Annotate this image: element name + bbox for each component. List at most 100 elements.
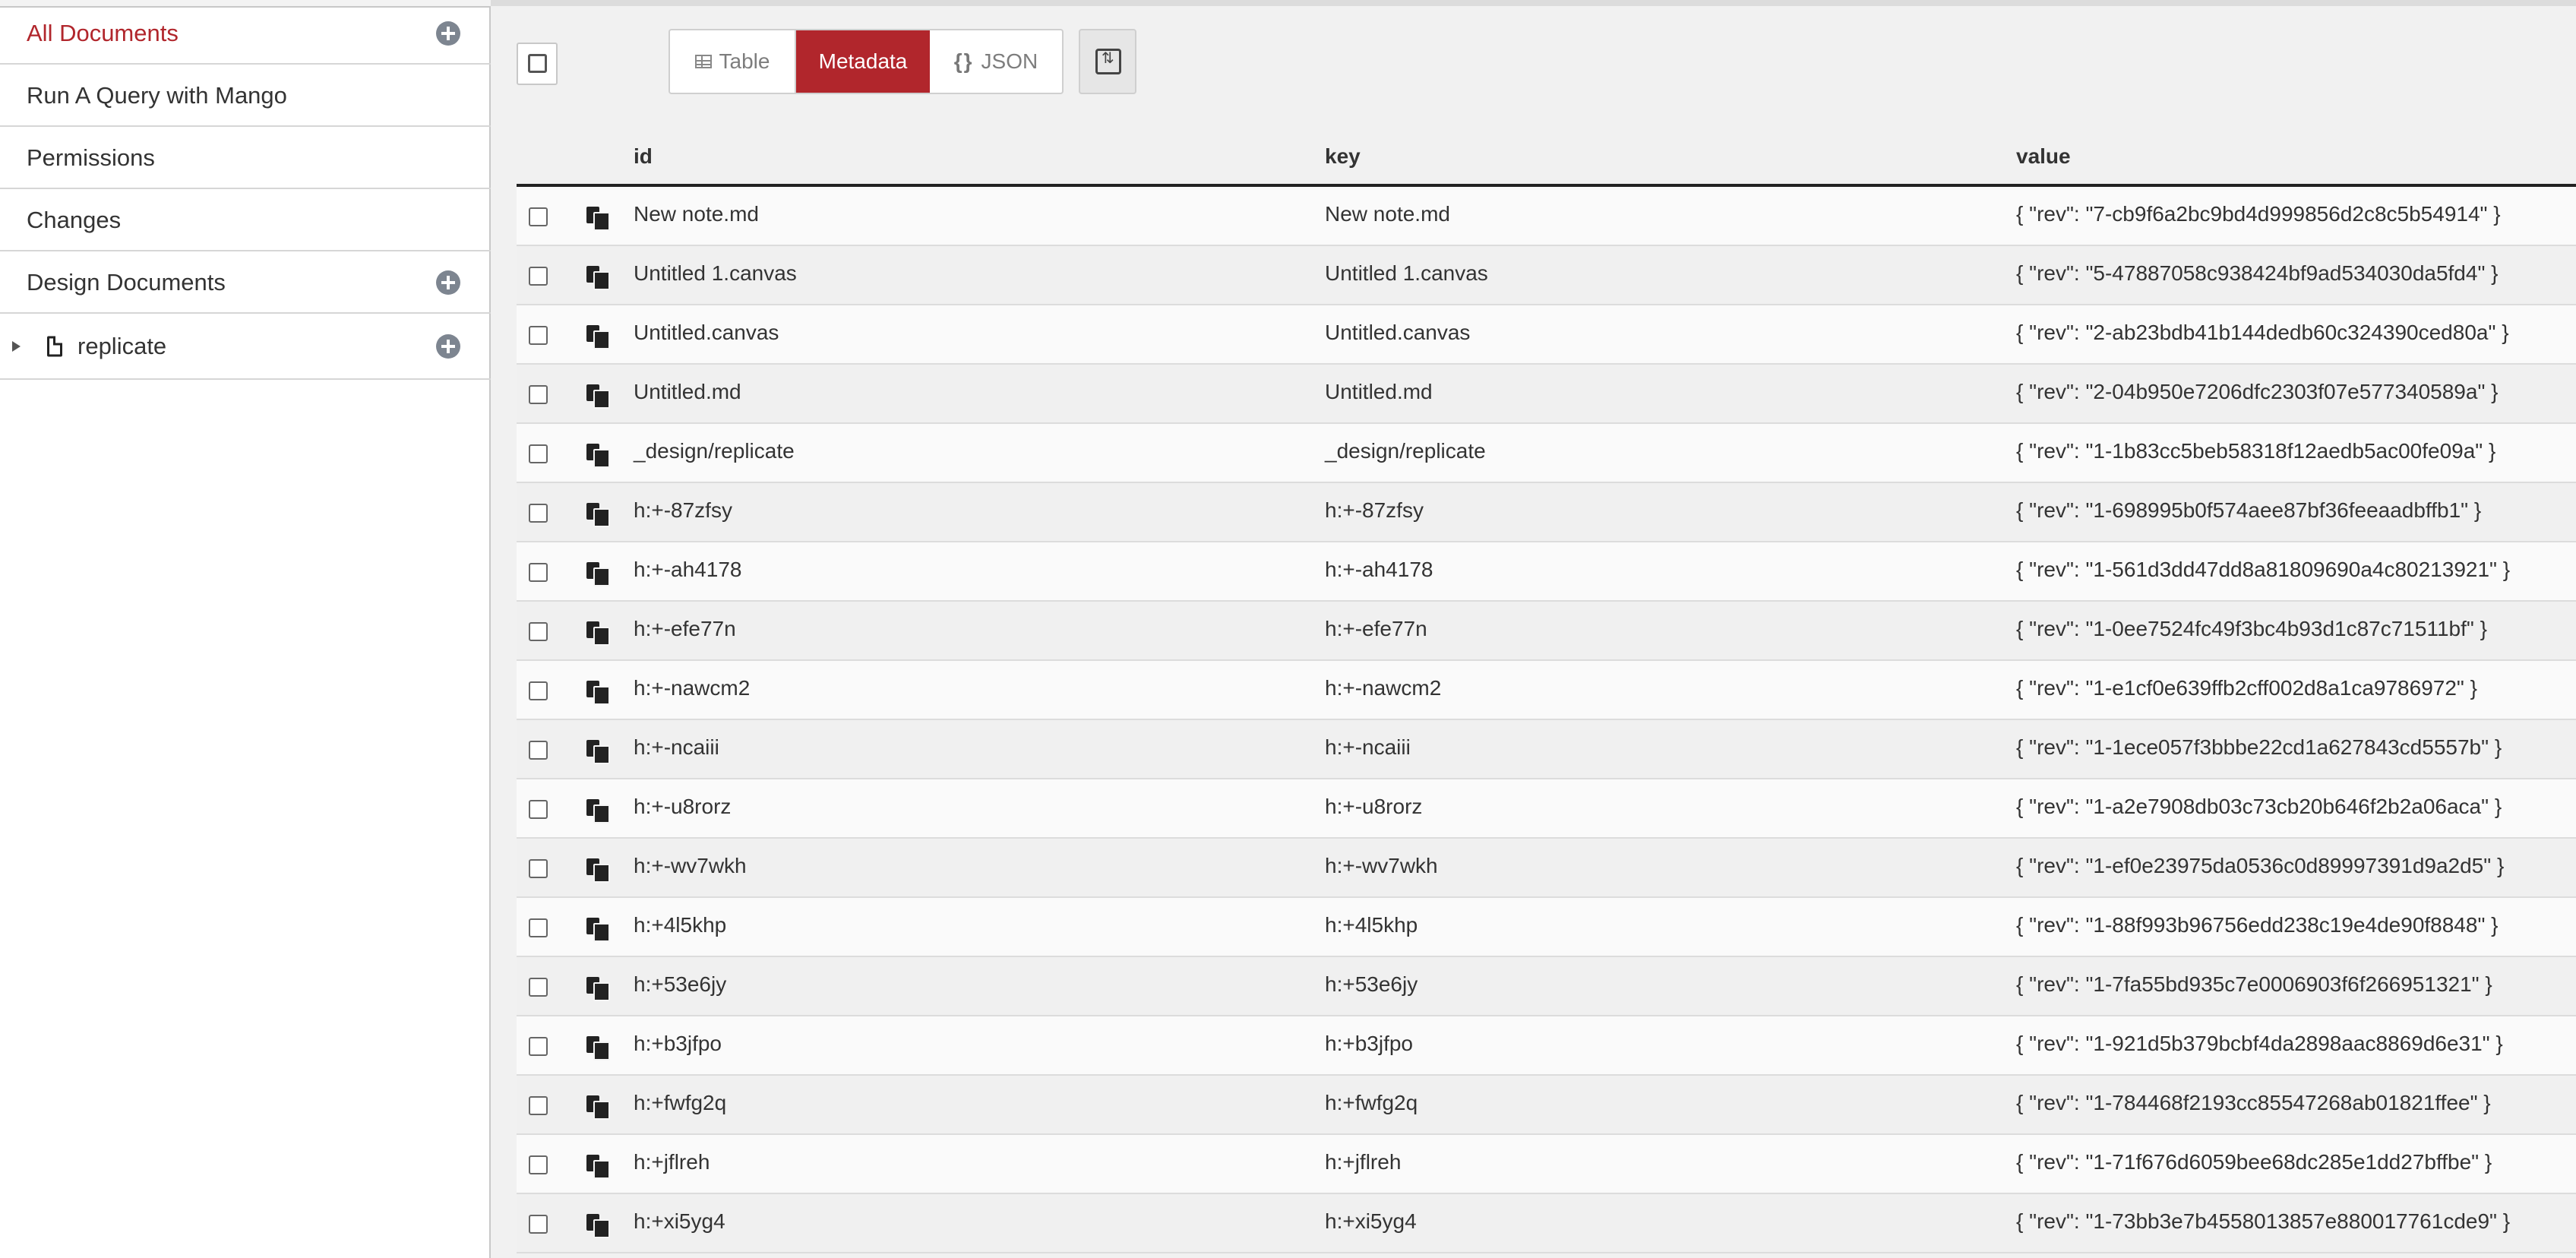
add-document-icon[interactable] xyxy=(436,21,460,46)
row-checkbox[interactable] xyxy=(529,918,548,937)
cell-id[interactable]: h:+-nawcm2 xyxy=(634,676,750,700)
documents-panel: Table Metadata {} JSON id key value New … xyxy=(491,0,2576,1258)
cell-id[interactable]: Untitled 1.canvas xyxy=(634,261,797,286)
cell-id[interactable]: h:+4l5khp xyxy=(634,913,726,937)
row-checkbox[interactable] xyxy=(529,1155,548,1174)
cell-id[interactable]: h:+-wv7wkh xyxy=(634,854,747,878)
cell-value: { "rev": "1-561d3dd47dd8a81809690a4c8021… xyxy=(2016,558,2511,581)
cell-id[interactable]: New note.md xyxy=(634,202,759,226)
cell-id[interactable]: h:+jflreh xyxy=(634,1150,710,1174)
row-checkbox[interactable] xyxy=(529,859,548,878)
copy-icon[interactable] xyxy=(586,561,610,586)
table-row[interactable]: h:+-efe77n h:+-efe77n { "rev": "1-0ee7524f… xyxy=(517,602,2576,661)
copy-icon[interactable] xyxy=(586,383,610,409)
row-checkbox[interactable] xyxy=(529,741,548,760)
row-checkbox[interactable] xyxy=(529,622,548,641)
copy-icon[interactable] xyxy=(586,1094,610,1120)
table-row[interactable]: Untitled.md Untitled.md { "rev": "2-04b950… xyxy=(517,365,2576,424)
table-row[interactable]: h:+53e6jy h:+53e6jy { "rev": "1-7fa55bd935… xyxy=(517,957,2576,1016)
copy-icon[interactable] xyxy=(586,1212,610,1238)
json-view-button[interactable]: {} JSON xyxy=(930,30,1062,93)
row-checkbox[interactable] xyxy=(529,326,548,345)
table-row[interactable]: h:+-u8rorz h:+-u8rorz { "rev": "1-a2e7908d… xyxy=(517,779,2576,839)
cell-id[interactable]: h:+fwfg2q xyxy=(634,1091,726,1115)
table-row[interactable]: h:+-wv7wkh h:+-wv7wkh { "rev": "1-ef0e2397… xyxy=(517,839,2576,898)
cell-key: New note.md xyxy=(1325,202,1450,226)
add-view-icon[interactable] xyxy=(436,334,460,359)
row-checkbox[interactable] xyxy=(529,385,548,404)
copy-icon[interactable] xyxy=(586,916,610,942)
json-view-label: JSON xyxy=(981,49,1038,73)
copy-icon[interactable] xyxy=(586,620,610,646)
cell-key: h:+-efe77n xyxy=(1325,617,1427,640)
table-row[interactable]: h:+-87zfsy h:+-87zfsy { "rev": "1-698995b0… xyxy=(517,483,2576,542)
table-row[interactable]: Untitled 1.canvas Untitled 1.canvas { "rev… xyxy=(517,246,2576,305)
table-row[interactable]: h:+-ncaiii h:+-ncaiii { "rev": "1-1ece057f… xyxy=(517,720,2576,779)
column-header-value[interactable]: value xyxy=(2016,144,2071,169)
sidebar-item-run-query[interactable]: Run A Query with Mango xyxy=(0,65,491,127)
table-row[interactable]: h:+-nawcm2 h:+-nawcm2 { "rev": "1-e1cf0e63… xyxy=(517,661,2576,720)
cell-id[interactable]: h:+-87zfsy xyxy=(634,498,732,523)
column-header-id[interactable]: id xyxy=(634,144,653,169)
cell-id[interactable]: h:+xi5yg4 xyxy=(634,1209,725,1234)
copy-icon[interactable] xyxy=(586,442,610,468)
row-checkbox[interactable] xyxy=(529,800,548,819)
table-row[interactable]: New note.md New note.md { "rev": "7-cb9f6a… xyxy=(517,187,2576,246)
row-checkbox[interactable] xyxy=(529,978,548,997)
table-row[interactable]: h:+-ah4178 h:+-ah4178 { "rev": "1-561d3dd4… xyxy=(517,542,2576,602)
sidebar-item-label: Design Documents xyxy=(27,268,226,296)
row-checkbox[interactable] xyxy=(529,1215,548,1234)
table-view-button[interactable]: Table xyxy=(670,30,796,93)
cell-id[interactable]: h:+-ah4178 xyxy=(634,558,741,582)
sidebar-item-design-documents[interactable]: Design Documents xyxy=(0,252,491,314)
row-checkbox[interactable] xyxy=(529,563,548,582)
cell-id[interactable]: h:+53e6jy xyxy=(634,972,726,997)
table-row[interactable]: h:+b3jfpo h:+b3jfpo { "rev": "1-921d5b379b… xyxy=(517,1016,2576,1076)
copy-icon[interactable] xyxy=(586,857,610,883)
copy-icon[interactable] xyxy=(586,975,610,1001)
row-checkbox[interactable] xyxy=(529,444,548,463)
table-icon xyxy=(694,55,712,68)
cell-id[interactable]: _design/replicate xyxy=(634,439,795,463)
row-checkbox[interactable] xyxy=(529,681,548,700)
cell-id[interactable]: Untitled.md xyxy=(634,380,741,404)
copy-icon[interactable] xyxy=(586,1153,610,1179)
sidebar-item-permissions[interactable]: Permissions xyxy=(0,128,491,189)
table-row[interactable]: h:+fwfg2q h:+fwfg2q { "rev": "1-784468f219… xyxy=(517,1076,2576,1135)
row-checkbox[interactable] xyxy=(529,504,548,523)
sidebar-item-label: Changes xyxy=(27,206,122,233)
column-toggle-button[interactable] xyxy=(1079,29,1136,94)
select-all-checkbox[interactable] xyxy=(517,43,558,85)
sidebar-item-all-documents[interactable]: All Documents xyxy=(0,3,491,65)
metadata-view-label: Metadata xyxy=(818,49,908,73)
row-checkbox[interactable] xyxy=(529,207,548,226)
metadata-view-button[interactable]: Metadata xyxy=(796,30,930,93)
add-design-document-icon[interactable] xyxy=(436,270,460,295)
row-checkbox[interactable] xyxy=(529,267,548,286)
cell-id[interactable]: h:+-u8rorz xyxy=(634,795,731,819)
table-row[interactable]: Untitled.canvas Untitled.canvas { "rev": "… xyxy=(517,305,2576,365)
copy-icon[interactable] xyxy=(586,798,610,823)
copy-icon[interactable] xyxy=(586,205,610,231)
copy-icon[interactable] xyxy=(586,1035,610,1060)
table-row[interactable]: h:+xi5yg4 h:+xi5yg4 { "rev": "1-73bb3e7b45… xyxy=(517,1194,2576,1253)
cell-id[interactable]: h:+b3jfpo xyxy=(634,1032,722,1056)
row-checkbox[interactable] xyxy=(529,1096,548,1115)
copy-icon[interactable] xyxy=(586,264,610,290)
row-checkbox[interactable] xyxy=(529,1037,548,1056)
caret-right-icon[interactable] xyxy=(12,341,21,352)
table-row[interactable]: _design/replicate _design/replicate { "rev… xyxy=(517,424,2576,483)
copy-icon[interactable] xyxy=(586,501,610,527)
column-header-key[interactable]: key xyxy=(1325,144,1361,169)
cell-id[interactable]: h:+-efe77n xyxy=(634,617,736,641)
copy-icon[interactable] xyxy=(586,679,610,705)
cell-key: h:+b3jfpo xyxy=(1325,1032,1413,1055)
cell-id[interactable]: Untitled.canvas xyxy=(634,321,779,345)
table-row[interactable]: h:+jflreh h:+jflreh { "rev": "1-71f676d605… xyxy=(517,1135,2576,1194)
copy-icon[interactable] xyxy=(586,324,610,349)
cell-id[interactable]: h:+-ncaiii xyxy=(634,735,719,760)
sidebar-item-design-doc-replicate[interactable]: replicate xyxy=(0,314,491,380)
copy-icon[interactable] xyxy=(586,738,610,764)
sidebar-item-changes[interactable]: Changes xyxy=(0,190,491,251)
table-row[interactable]: h:+4l5khp h:+4l5khp { "rev": "1-88f993b967… xyxy=(517,898,2576,957)
